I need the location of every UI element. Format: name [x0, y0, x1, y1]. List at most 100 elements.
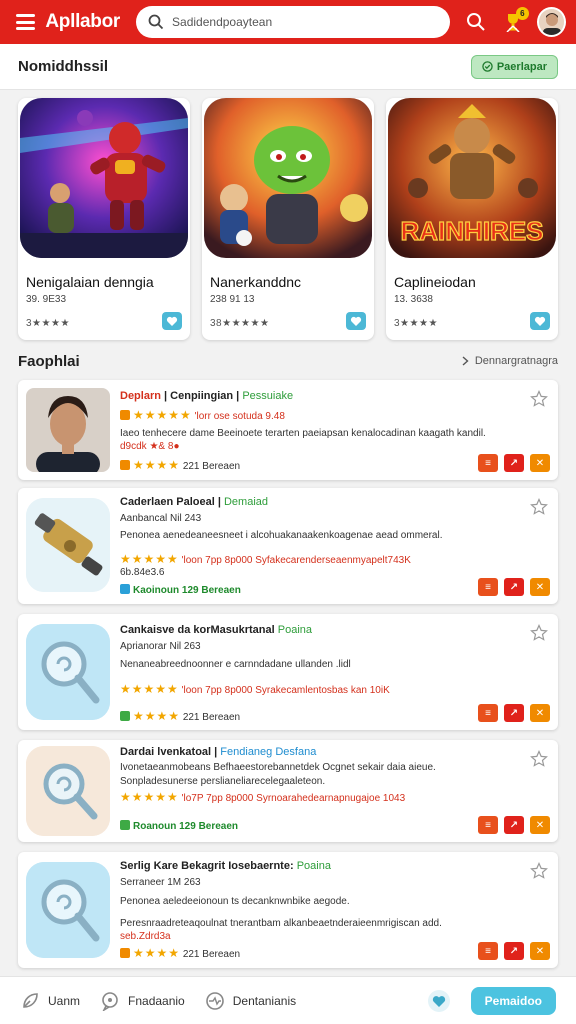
link-label: Dennargratnagra [474, 355, 558, 367]
item-actions: ≡ ↗ ✕ [478, 578, 550, 596]
section-header-featured: Nomiddhssil Paerlapar [0, 44, 576, 90]
item-title-text: Caderlaen Paloeal [120, 496, 215, 508]
search-input[interactable]: Sadidendpoaytean [136, 6, 451, 38]
featured-card[interactable]: RAINHIRES Caplineiodan 13. 3638 3★★★★ [386, 98, 558, 340]
nav-item-chat[interactable]: Fnadaanio [100, 991, 185, 1011]
app-name: Apllabor [45, 11, 121, 32]
list-action-button[interactable]: ≡ [478, 704, 498, 722]
leaf-icon [23, 992, 38, 1008]
section-title: Nomiddhssil [18, 58, 109, 75]
item-meta: Aprianorar Nil 263 [120, 641, 201, 652]
item-tag: Pessuiake [242, 390, 294, 402]
item-extra: seb.Zdrd3a [120, 931, 171, 942]
item-actions: ≡ ↗ ✕ [478, 454, 550, 472]
share-action-button[interactable]: ↗ [504, 704, 524, 722]
top-app-bar: Apllabor Sadidendpoaytean 6 [0, 0, 576, 44]
verified-badge[interactable] [346, 312, 366, 330]
favorite-button[interactable] [530, 624, 548, 642]
magnifier-icon [26, 862, 110, 958]
nav-item-activity[interactable]: Dentanianis [205, 991, 296, 1011]
close-action-button[interactable]: ✕ [530, 454, 550, 472]
favorite-button[interactable] [530, 498, 548, 516]
star-outline-icon [530, 390, 548, 407]
item-description: Penonea aenedeaneesneet i alcohuakanaake… [120, 530, 443, 541]
item-title: Cankaisve da korMasukrtanal Poaina [120, 624, 312, 636]
featured-card[interactable]: Nenigalaian denngia 39. 9E33 3★★★★ [18, 98, 190, 340]
item-title: Caderlaen Paloeal | Demaiad [120, 496, 269, 508]
app-name: Nenigalaian denngia [26, 274, 154, 290]
see-all-link[interactable]: Dennargratnagra [462, 355, 558, 367]
item-title-text: Dardai lvenkatoal [120, 746, 212, 758]
item-extra: d9cdk ★& 8● [120, 441, 180, 452]
menu-icon[interactable] [16, 14, 36, 30]
featured-action-button[interactable]: Paerlapar [470, 54, 558, 79]
item-tag: Poaina [296, 860, 331, 872]
list-item[interactable]: Caderlaen Paloeal | Demaiad Aanbancal Ni… [18, 488, 558, 604]
item-meta: 'lorr ose sotuda 9.48 [194, 411, 285, 422]
activity-icon [205, 991, 224, 1010]
item-title: Serlig Kare Bekagrit Iosebaernte: Poaina [120, 860, 331, 872]
section-title: Faophlai [18, 352, 80, 370]
close-action-button[interactable]: ✕ [530, 578, 550, 596]
notification-count: 6 [515, 7, 529, 20]
item-subtitle-text: Iosebaernte: [228, 860, 294, 872]
share-action-button[interactable]: ↗ [504, 942, 524, 960]
close-action-button[interactable]: ✕ [530, 704, 550, 722]
verified-badge[interactable] [162, 312, 182, 330]
verified-badge[interactable] [530, 312, 550, 330]
nav-item-home[interactable]: Uanm [20, 991, 80, 1011]
item-title: Dardai lvenkatoal | Fendianeg Desfana [120, 746, 317, 758]
item-title-text: Cankaisve da korMasukrtanal [120, 624, 275, 636]
close-action-button[interactable]: ✕ [530, 816, 550, 834]
item-actions: ≡ ↗ ✕ [478, 816, 550, 834]
close-action-button[interactable]: ✕ [530, 942, 550, 960]
star-rating: 3★★★★ [26, 318, 70, 329]
item-title-text: Serlig Kare Bekagrit [120, 860, 226, 872]
star-outline-icon [530, 862, 548, 879]
item-title-text: Deplarn [120, 390, 161, 402]
list-item[interactable]: Dardai lvenkatoal | Fendianeg Desfana Iv… [18, 740, 558, 842]
primary-action-button[interactable]: Pemaidoo [470, 986, 556, 1015]
shield-heart-icon [427, 989, 450, 1012]
list-action-button[interactable]: ≡ [478, 454, 498, 472]
share-action-button[interactable]: ↗ [504, 454, 524, 472]
search-button[interactable] [464, 10, 487, 34]
item-rating-line: ★★★★★ 'lorr ose sotuda 9.48 [120, 408, 285, 422]
item-subtitle-text: Cenpiingian [170, 390, 234, 402]
share-action-button[interactable]: ↗ [504, 578, 524, 596]
alien-art-icon [204, 98, 372, 258]
app-meta: 238 91 13 [210, 294, 255, 305]
featured-carousel: Nenigalaian denngia 39. 9E33 3★★★★ Naner… [18, 98, 558, 340]
favorite-button[interactable] [530, 862, 548, 880]
check-circle-icon [482, 61, 493, 72]
featured-card[interactable]: Nanerkanddnc 238 91 13 38★★★★★ [202, 98, 374, 340]
notifications-button[interactable]: 6 [502, 7, 529, 34]
list-item[interactable]: Cankaisve da korMasukrtanal Poaina Apria… [18, 614, 558, 730]
item-extra: 6b.84e3.6 [120, 567, 165, 578]
favorite-button[interactable] [530, 390, 548, 408]
heart-shield-icon [350, 316, 362, 326]
item-actions: ≡ ↗ ✕ [478, 704, 550, 722]
item-title: Deplarn | Cenpiingian | Pessuiake [120, 390, 294, 402]
star-outline-icon [530, 498, 548, 515]
item-meta: Serraneer 1M 263 [120, 877, 201, 888]
list-action-button[interactable]: ≡ [478, 942, 498, 960]
app-meta: 39. 9E33 [26, 294, 67, 305]
avatar[interactable] [536, 7, 566, 37]
hero-art-icon [20, 98, 188, 258]
search-icon [466, 13, 485, 31]
bottom-navigation: Uanm Fnadaanio Dentanianis Pemaidoo [0, 976, 576, 1024]
list-action-button[interactable]: ≡ [478, 816, 498, 834]
share-action-button[interactable]: ↗ [504, 816, 524, 834]
person-photo-icon [26, 388, 110, 472]
star-rating: 3★★★★ [394, 318, 438, 329]
list-item[interactable]: Serlig Kare Bekagrit Iosebaernte: Poaina… [18, 852, 558, 968]
list-item[interactable]: Deplarn | Cenpiingian | Pessuiake ★★★★★ … [18, 380, 558, 480]
shield-button[interactable] [427, 989, 451, 1013]
wrench-icon [26, 498, 110, 592]
button-label: Paerlapar [496, 60, 547, 73]
favorite-button[interactable] [530, 750, 548, 768]
list-action-button[interactable]: ≡ [478, 578, 498, 596]
item-rating-line: ★★★★★ 'loon 7pp 8p000 Syfakecarenderseae… [120, 552, 411, 566]
heart-shield-icon [534, 316, 546, 326]
